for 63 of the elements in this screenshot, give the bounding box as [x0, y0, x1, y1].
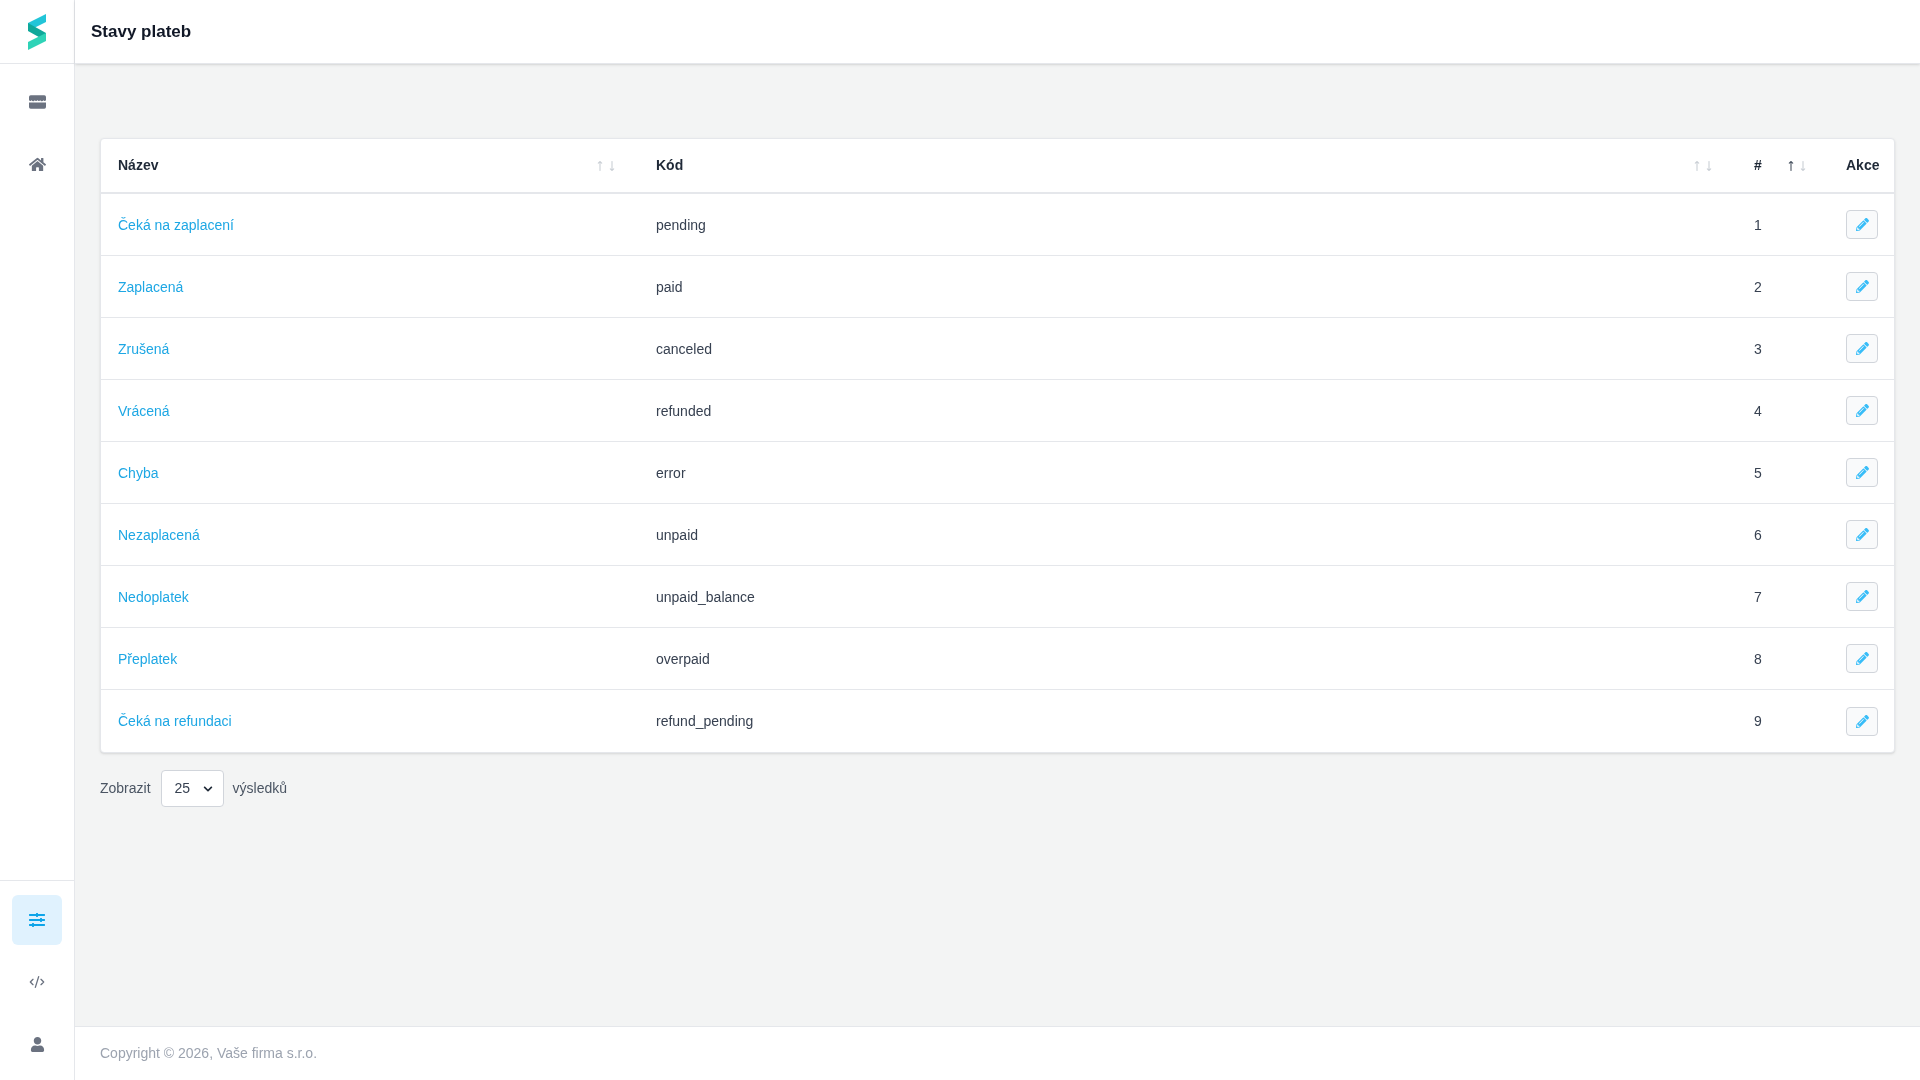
table-cell: 5	[1754, 464, 1762, 481]
page-size-select[interactable]: 25	[160, 770, 224, 807]
edit-button[interactable]	[1846, 210, 1878, 239]
edit-button[interactable]	[1846, 458, 1878, 487]
table-cell: 7	[1754, 588, 1762, 605]
table-cell: canceled	[656, 340, 713, 357]
results-label: výsledků	[232, 779, 288, 798]
pencil-icon	[1855, 528, 1869, 541]
pencil-icon	[1855, 714, 1869, 728]
status-name-link[interactable]: Zrušená	[118, 340, 170, 357]
store-icon	[28, 95, 46, 109]
edit-button[interactable]	[1846, 582, 1878, 611]
table-cell: 2	[1754, 278, 1762, 295]
status-name-link[interactable]: Nedoplatek	[118, 588, 189, 605]
status-name-link[interactable]: Čeká na zaplacení	[118, 216, 234, 233]
pencil-icon	[1855, 280, 1869, 293]
column-header[interactable]: #	[1754, 155, 1762, 176]
edit-button[interactable]	[1846, 334, 1878, 363]
pencil-icon	[1855, 652, 1869, 665]
pencil-icon	[1855, 218, 1869, 231]
show-label: Zobrazit	[100, 779, 151, 798]
edit-button[interactable]	[1846, 644, 1878, 673]
table-cell: 3	[1754, 340, 1762, 357]
user-icon	[29, 1036, 45, 1052]
table-cell: unpaid	[656, 526, 699, 543]
status-name-link[interactable]: Zaplacená	[118, 278, 184, 295]
pencil-icon	[1855, 466, 1869, 479]
sort-arrows-icon[interactable]	[1788, 160, 1806, 171]
page-title: Stavy plateb	[91, 20, 192, 43]
table-cell: 8	[1754, 650, 1762, 667]
edit-button[interactable]	[1846, 272, 1878, 301]
edit-button[interactable]	[1846, 396, 1878, 425]
sidebar-button[interactable]	[12, 895, 62, 945]
status-name-link[interactable]: Přeplatek	[118, 650, 178, 667]
edit-button[interactable]	[1846, 706, 1878, 736]
pencil-icon	[1855, 404, 1869, 417]
sliders-icon	[29, 912, 45, 928]
table-cell: paid	[656, 278, 683, 295]
logo-icon	[28, 13, 46, 50]
table-cell: overpaid	[656, 650, 710, 667]
table-cell: 9	[1754, 713, 1762, 729]
table-cell: refund_pending	[656, 713, 754, 729]
table-cell: pending	[656, 216, 706, 233]
table-cell: error	[656, 464, 686, 481]
table-cell: unpaid_balance	[656, 588, 755, 605]
status-name-link[interactable]: Nezaplacená	[118, 526, 200, 543]
chevron-down-icon	[202, 783, 213, 794]
pencil-icon	[1855, 342, 1869, 355]
table-cell: 6	[1754, 526, 1762, 543]
pencil-icon	[1855, 590, 1869, 603]
column-header[interactable]: Kód	[656, 155, 684, 176]
status-name-link[interactable]: Chyba	[118, 464, 159, 481]
column-header[interactable]: Název	[118, 155, 159, 176]
table-cell: 4	[1754, 402, 1762, 419]
table-cell: refunded	[656, 402, 712, 419]
status-name-link[interactable]: Čeká na refundaci	[118, 713, 232, 729]
status-name-link[interactable]: Vrácená	[118, 402, 170, 419]
table-cell: 1	[1754, 216, 1762, 233]
edit-button[interactable]	[1846, 520, 1878, 549]
code-icon	[29, 974, 45, 990]
column-header: Akce	[1846, 156, 1880, 175]
copyright-text: Copyright © 2026, Vaše firma s.r.o.	[100, 1044, 318, 1063]
home-icon	[28, 155, 46, 173]
